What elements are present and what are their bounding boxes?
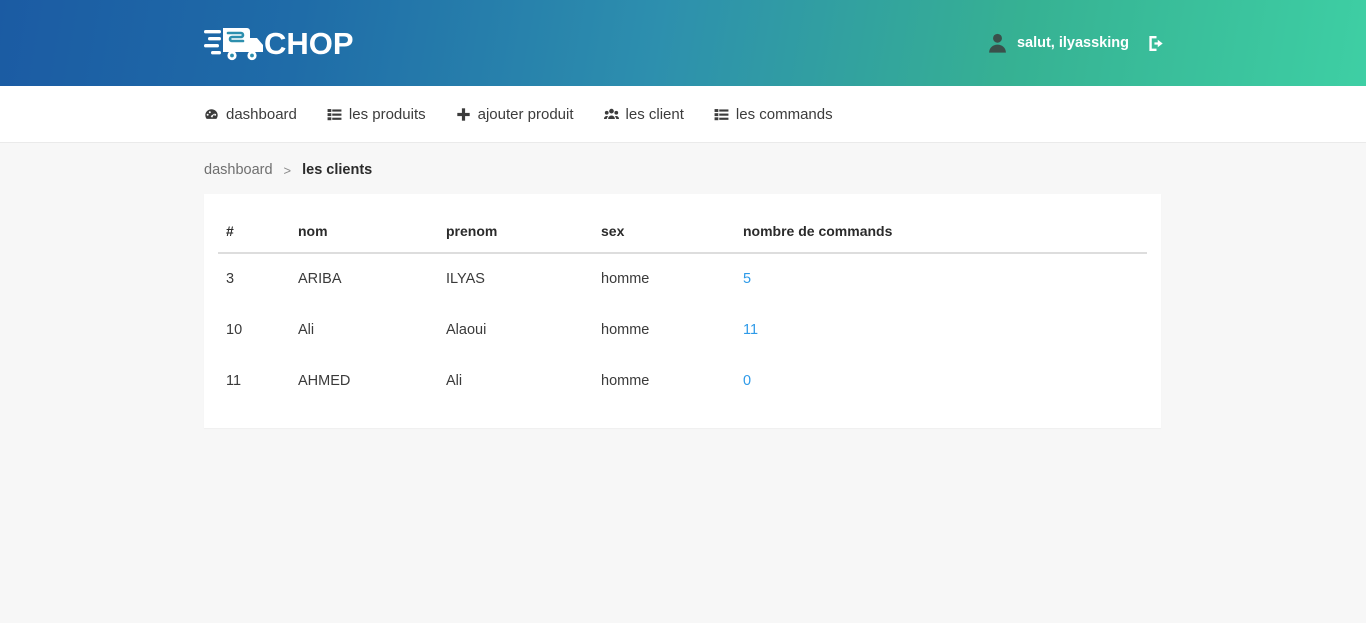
brand-name: CHOP — [264, 25, 354, 61]
list-icon — [714, 107, 729, 122]
nav-label: les commands — [735, 105, 833, 123]
table-head: # nom prenom sex nombre de commands — [218, 210, 1147, 254]
user-session-area: salut, ilyassking — [987, 32, 1166, 54]
column-header-id: # — [218, 210, 290, 254]
breadcrumb-dashboard[interactable]: dashboard — [204, 162, 273, 178]
column-header-nom: nom — [290, 210, 438, 254]
table-body: 3 ARIBA ILYAS homme 5 10 Ali Alaoui homm… — [218, 253, 1147, 406]
column-header-commands: nombre de commands — [735, 210, 1147, 254]
cell-prenom: ILYAS — [446, 271, 485, 287]
cell-id: 11 — [226, 373, 242, 389]
nav-item-les-client[interactable]: les client — [589, 106, 699, 123]
cell-prenom: Alaoui — [446, 322, 487, 338]
nav-item-les-commands[interactable]: les commands — [699, 106, 848, 123]
clients-table-card: # nom prenom sex nombre de commands 3 AR… — [204, 194, 1161, 428]
nav-item-ajouter-produit[interactable]: ajouter produit — [441, 106, 589, 123]
cell-sex: homme — [601, 322, 650, 338]
users-icon — [603, 107, 619, 122]
commands-count-link[interactable]: 5 — [743, 271, 751, 287]
nav-item-dashboard[interactable]: dashboard — [204, 106, 312, 123]
cell-id: 3 — [226, 271, 235, 287]
cell-id: 10 — [226, 322, 243, 338]
cell-commands: 11 — [735, 305, 1147, 356]
page-content: dashboard > les clients # nom prenom sex… — [0, 143, 1366, 428]
cell-nom: AHMED — [298, 373, 351, 389]
table-row: 3 ARIBA ILYAS homme 5 — [218, 253, 1147, 305]
cell-nom: ARIBA — [298, 271, 342, 287]
column-header-sex: sex — [593, 210, 735, 254]
breadcrumb-separator: > — [283, 162, 292, 178]
plus-icon — [456, 107, 471, 122]
column-header-prenom: prenom — [438, 210, 593, 254]
cell-nom: Ali — [298, 322, 315, 338]
fast-delivery-truck-icon — [204, 23, 266, 63]
cell-commands: 5 — [735, 253, 1147, 305]
sign-out-icon[interactable] — [1138, 34, 1166, 53]
cell-sex: homme — [601, 373, 650, 389]
nav-label: les client — [625, 105, 684, 123]
breadcrumb-current: les clients — [302, 162, 373, 178]
main-navigation: dashboard les produits ajouter produit l… — [0, 86, 1366, 143]
nav-list: dashboard les produits ajouter produit l… — [204, 106, 848, 123]
commands-count-link[interactable]: 0 — [743, 373, 751, 389]
app-header: CHOP salut, ilyassking — [0, 0, 1366, 86]
table-row: 10 Ali Alaoui homme 11 — [218, 305, 1147, 356]
nav-label: dashboard — [226, 105, 297, 123]
user-avatar-icon — [987, 32, 1008, 54]
cell-sex: homme — [601, 271, 650, 287]
breadcrumb: dashboard > les clients — [0, 143, 1366, 194]
clients-table: # nom prenom sex nombre de commands 3 AR… — [218, 210, 1147, 406]
list-icon — [327, 107, 342, 122]
commands-count-link[interactable]: 11 — [743, 322, 758, 338]
cell-prenom: Ali — [446, 373, 463, 389]
user-greeting: salut, ilyassking — [1016, 35, 1129, 51]
tachometer-icon — [204, 107, 219, 122]
table-row: 11 AHMED Ali homme 0 — [218, 356, 1147, 407]
nav-label: les produits — [348, 105, 426, 123]
table-header-row: # nom prenom sex nombre de commands — [218, 210, 1147, 254]
cell-commands: 0 — [735, 356, 1147, 407]
nav-label: ajouter produit — [477, 105, 574, 123]
brand-logo-link[interactable]: CHOP — [204, 23, 354, 63]
nav-item-les-produits[interactable]: les produits — [312, 106, 441, 123]
